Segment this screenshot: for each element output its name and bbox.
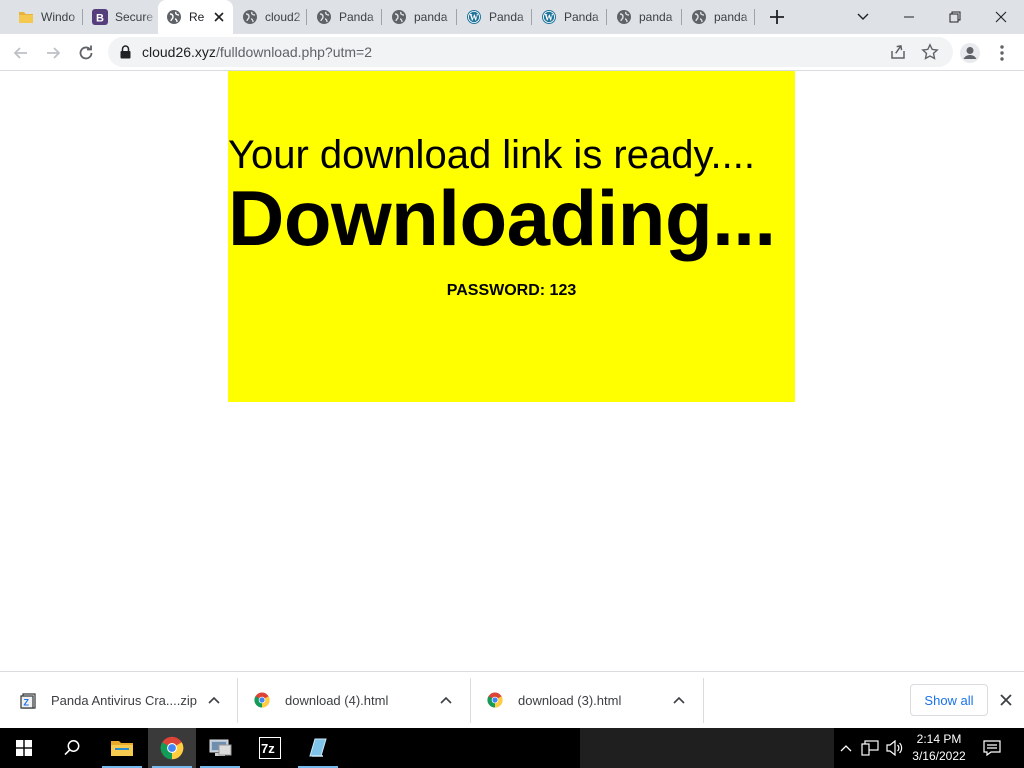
chrome-icon xyxy=(254,692,272,710)
tab-label: Panda xyxy=(339,10,374,24)
profile-avatar-icon[interactable] xyxy=(957,40,983,66)
minimize-icon[interactable] xyxy=(886,0,932,34)
network-computer-icon[interactable] xyxy=(196,728,244,768)
tab-label: Panda xyxy=(489,10,524,24)
tab-label: panda xyxy=(639,10,673,24)
download-item[interactable]: download (4).html xyxy=(254,678,459,723)
close-window-icon[interactable] xyxy=(978,0,1024,34)
download-banner: Your download link is ready.... Download… xyxy=(228,71,795,402)
browser-toolbar: cloud26.xyz/fulldownload.php?utm=2 xyxy=(0,34,1024,71)
tab-label: cloud2 xyxy=(265,10,301,24)
chevron-up-icon[interactable] xyxy=(438,692,454,708)
globe-icon xyxy=(242,9,258,25)
bookmark-star-icon[interactable] xyxy=(921,43,939,66)
tab-label: Panda xyxy=(564,10,599,24)
action-center-notification-icon[interactable] xyxy=(978,728,1006,768)
download-item[interactable]: download (3).html xyxy=(487,678,692,723)
notepad-book-icon[interactable] xyxy=(294,728,342,768)
tab-search-chevron-down-icon[interactable] xyxy=(840,0,886,34)
new-tab-plus-icon[interactable] xyxy=(766,6,788,28)
tab-panda-6[interactable]: panda xyxy=(683,0,755,34)
clock-time: 2:14 PM xyxy=(916,732,962,746)
7zip-icon[interactable]: 7z xyxy=(246,728,294,768)
svg-text:W: W xyxy=(469,13,478,23)
show-all-button[interactable]: Show all xyxy=(910,684,988,716)
globe-icon xyxy=(166,9,182,25)
svg-text:B: B xyxy=(96,13,104,25)
globe-icon xyxy=(691,9,707,25)
chevron-up-icon[interactable] xyxy=(206,692,222,708)
chrome-icon xyxy=(487,692,505,710)
download-filename: Panda Antivirus Cra....zip xyxy=(51,693,197,708)
tab-label: Windo xyxy=(41,10,76,24)
close-tab-icon[interactable] xyxy=(211,9,227,25)
lock-icon[interactable] xyxy=(120,45,131,64)
wordpress-icon: W xyxy=(466,9,482,25)
address-bar[interactable]: cloud26.xyz/fulldownload.php?utm=2 xyxy=(108,37,953,67)
globe-icon xyxy=(316,9,332,25)
tab-panda-3[interactable]: W Panda xyxy=(458,0,532,34)
download-shelf: Z Panda Antivirus Cra....zip download (4… xyxy=(0,671,1024,728)
tab-label: panda xyxy=(714,10,748,24)
network-icon[interactable] xyxy=(858,728,882,768)
bootstrap-icon: B xyxy=(92,9,108,25)
restore-icon[interactable] xyxy=(932,0,978,34)
volume-speaker-icon[interactable] xyxy=(883,728,907,768)
search-icon[interactable] xyxy=(48,728,96,768)
tab-active[interactable]: Re xyxy=(158,0,233,34)
tab-cloud[interactable]: cloud2 xyxy=(234,0,307,34)
chrome-taskbar-icon[interactable] xyxy=(148,728,196,768)
show-hidden-icons-chevron-up-icon[interactable] xyxy=(836,728,856,768)
tab-label: panda xyxy=(414,10,448,24)
zip-archive-icon: Z xyxy=(20,692,38,710)
back-arrow-icon[interactable] xyxy=(8,40,34,66)
globe-icon xyxy=(391,9,407,25)
file-explorer-icon[interactable] xyxy=(98,728,146,768)
chevron-up-icon[interactable] xyxy=(671,692,687,708)
download-filename: download (3).html xyxy=(518,693,622,708)
tab-panda-1[interactable]: Panda xyxy=(308,0,382,34)
clock-date: 3/16/2022 xyxy=(912,749,966,763)
taskbar-empty-region xyxy=(580,728,834,768)
web-page: Your download link is ready.... Download… xyxy=(0,71,1024,671)
forward-arrow-icon[interactable] xyxy=(40,40,66,66)
wordpress-icon: W xyxy=(541,9,557,25)
close-shelf-icon[interactable] xyxy=(997,691,1015,709)
share-icon[interactable] xyxy=(889,43,907,66)
svg-text:Z: Z xyxy=(24,697,30,707)
download-filename: download (4).html xyxy=(285,693,389,708)
folder-icon xyxy=(18,9,34,25)
tab-label: Re xyxy=(189,10,205,24)
tab-panda-2[interactable]: panda xyxy=(383,0,457,34)
tab-label: Secure xyxy=(115,10,154,24)
tab-windows[interactable]: Windo xyxy=(10,0,83,34)
url-host: cloud26.xyz xyxy=(142,44,216,60)
password-text: PASSWORD: 123 xyxy=(446,282,577,299)
svg-text:7z: 7z xyxy=(261,741,275,756)
download-item[interactable]: Z Panda Antivirus Cra....zip xyxy=(20,678,225,723)
system-clock[interactable]: 2:14 PM 3/16/2022 xyxy=(906,731,972,765)
kebab-menu-icon[interactable] xyxy=(989,40,1015,66)
download-ready-text: Your download link is ready.... xyxy=(228,133,755,177)
windows-taskbar: 7z 2:14 PM 3/16/2022 xyxy=(0,728,1024,768)
url-path: /fulldownload.php?utm=2 xyxy=(215,44,372,60)
globe-icon xyxy=(616,9,632,25)
downloading-heading: Downloading... xyxy=(228,174,776,262)
url-text[interactable]: cloud26.xyz/fulldownload.php?utm=2 xyxy=(142,44,372,60)
tab-strip: Windo B Secure Re cloud2 Panda panda W P… xyxy=(0,0,1024,34)
tab-panda-4[interactable]: W Panda xyxy=(533,0,607,34)
tab-panda-5[interactable]: panda xyxy=(608,0,682,34)
windows-start-icon[interactable] xyxy=(0,728,48,768)
reload-icon[interactable] xyxy=(73,40,99,66)
tab-secure[interactable]: B Secure xyxy=(84,0,157,34)
svg-text:W: W xyxy=(544,13,553,23)
